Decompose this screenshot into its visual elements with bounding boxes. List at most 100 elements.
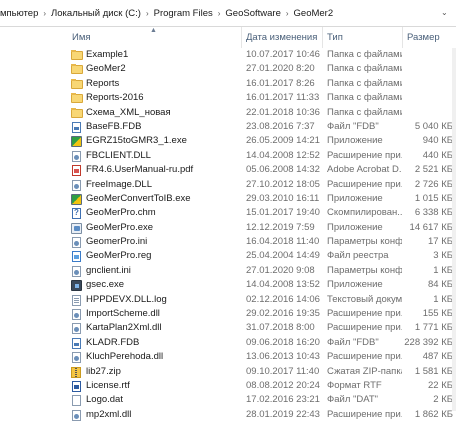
log-file-icon — [72, 294, 81, 306]
breadcrumb-item-local-disk[interactable]: Локальный диск (C:) — [47, 8, 145, 19]
fdb-file-icon — [72, 337, 81, 349]
file-size: 440 КБ — [422, 149, 453, 161]
column-header-size[interactable]: Размер — [407, 32, 440, 43]
dat-file-icon — [72, 395, 81, 407]
file-date: 31.07.2018 8:00 — [246, 322, 315, 334]
file-row[interactable]: gnclient.ini 27.01.2020 9:08 Параметры кон… — [0, 264, 456, 278]
file-icon-cell — [71, 121, 83, 133]
file-type: Файл реестра — [327, 250, 389, 262]
dll-file-icon — [72, 179, 81, 191]
file-date: 29.02.2016 19:35 — [246, 308, 320, 320]
file-size: 1 581 КБ — [414, 365, 453, 377]
file-name: GeoMerPro.chm — [86, 207, 156, 219]
file-row[interactable]: GeoMerPro.exe 12.12.2019 7:59 Приложение 14… — [0, 221, 456, 235]
breadcrumb[interactable]: мпьютер › Локальный диск (C:) › Program … — [0, 6, 337, 21]
file-row[interactable]: Reports 16.01.2017 8:26 Папка с файлами — [0, 77, 456, 91]
breadcrumb-item-geosoftware[interactable]: GeoSoftware — [221, 8, 284, 19]
file-icon-cell — [71, 107, 83, 119]
file-row[interactable]: ImportScheme.dll 29.02.2016 19:35 Расширен… — [0, 307, 456, 321]
column-header-row: ▲ Имя Дата изменения Тип Размер — [0, 27, 456, 48]
address-history-chevron-icon[interactable]: ⌄ — [441, 8, 448, 17]
file-name: mp2xml.dll — [86, 408, 132, 420]
column-divider[interactable] — [322, 27, 323, 48]
file-row[interactable]: KartaPlan2Xml.dll 31.07.2018 8:00 Расширен… — [0, 321, 456, 335]
file-row[interactable]: lib27.zip 09.10.2017 11:40 Сжатая ZIP-папк… — [0, 365, 456, 379]
file-name: GeoMerPro.reg — [86, 250, 152, 262]
file-row[interactable]: Reports-2016 16.01.2017 11:33 Папка с файл… — [0, 91, 456, 105]
breadcrumb-item-program-files[interactable]: Program Files — [150, 8, 217, 19]
file-type: Скомпилирован... — [327, 207, 402, 219]
file-icon-cell — [71, 409, 83, 421]
file-date: 25.04.2004 14:49 — [246, 250, 320, 262]
file-name: FreeImage.DLL — [86, 178, 153, 190]
file-size: 6 338 КБ — [414, 207, 453, 219]
file-date: 16.01.2017 11:33 — [246, 92, 320, 104]
file-icon-cell — [71, 251, 83, 263]
column-header-date[interactable]: Дата изменения — [246, 32, 317, 43]
file-icon-cell — [71, 380, 83, 392]
file-type: Расширение при... — [327, 149, 402, 161]
column-divider[interactable] — [402, 27, 403, 48]
file-icon-cell — [71, 309, 83, 321]
file-row[interactable]: EGRZ15toGMR3_1.exe 26.05.2009 14:21 Прилож… — [0, 134, 456, 148]
file-row[interactable]: gsec.exe 14.04.2008 13:52 Приложение 84 КБ — [0, 278, 456, 292]
file-icon-cell — [71, 352, 83, 364]
file-row[interactable]: Example1 10.07.2017 10:46 Папка с файлами — [0, 48, 456, 62]
file-date: 02.12.2016 14:06 — [246, 293, 320, 305]
file-row[interactable]: FreeImage.DLL 27.10.2012 18:05 Расширение … — [0, 178, 456, 192]
file-row[interactable]: Logo.dat 17.02.2016 23:21 Файл "DAT" 2 КБ — [0, 393, 456, 407]
file-row[interactable]: HPPDEVX.DLL.log 02.12.2016 14:06 Текстовый… — [0, 293, 456, 307]
column-header-name[interactable]: Имя — [72, 32, 91, 43]
file-icon-cell — [71, 208, 83, 220]
file-type: Приложение — [327, 135, 383, 147]
file-type: Расширение при... — [327, 408, 402, 420]
file-row[interactable]: License.rtf 08.08.2012 20:24 Формат RTF 22 … — [0, 379, 456, 393]
file-row[interactable]: GeoMerPro.chm 15.01.2017 19:40 Скомпилиров… — [0, 206, 456, 220]
breadcrumb-item-computer[interactable]: мпьютер — [0, 8, 42, 19]
file-icon-cell — [71, 222, 83, 234]
file-size: 14 617 КБ — [409, 221, 453, 233]
ini-file-icon — [72, 265, 81, 277]
breadcrumb-item-geomer2[interactable]: GeoMer2 — [290, 8, 338, 19]
file-icon-cell — [71, 179, 83, 191]
file-type: Сжатая ZIP-папка — [327, 365, 402, 377]
file-list: Example1 10.07.2017 10:46 Папка с файлами G… — [0, 48, 456, 422]
app-exe-icon — [71, 222, 82, 234]
file-name: Reports — [86, 77, 120, 89]
file-icon-cell — [71, 237, 83, 249]
dll-file-icon — [72, 409, 81, 421]
file-icon-cell — [71, 395, 83, 407]
file-size: 1 771 КБ — [414, 322, 453, 334]
file-row[interactable]: FR4.6.UserManual-ru.pdf 05.06.2008 14:32 A… — [0, 163, 456, 177]
file-row[interactable]: GeoMerPro.reg 25.04.2004 14:49 Файл реестр… — [0, 249, 456, 263]
file-row[interactable]: GeomerPro.ini 16.04.2018 11:40 Параметры к… — [0, 235, 456, 249]
file-row[interactable]: BaseFB.FDB 23.08.2016 7:37 Файл "FDB" 5 040… — [0, 120, 456, 134]
dark-exe-icon — [71, 280, 82, 292]
file-row[interactable]: KluchPerehoda.dll 13.06.2013 10:43 Расшире… — [0, 350, 456, 364]
zip-icon — [71, 366, 81, 378]
dll-file-icon — [72, 323, 81, 335]
file-name: GeoMer2 — [86, 63, 126, 75]
folder-icon — [71, 64, 83, 75]
scrollbar[interactable] — [452, 48, 456, 411]
address-bar[interactable]: мпьютер › Локальный диск (C:) › Program … — [0, 0, 456, 27]
file-row[interactable]: mp2xml.dll 28.01.2019 22:43 Расширение при… — [0, 408, 456, 422]
exe-icon — [71, 136, 82, 148]
file-type: Параметры конф... — [327, 236, 402, 248]
file-icon-cell — [71, 93, 83, 104]
file-size: 22 КБ — [428, 379, 453, 391]
file-row[interactable]: GeoMer2 27.01.2020 8:20 Папка с файлами — [0, 62, 456, 76]
file-type: Расширение при... — [327, 308, 402, 320]
column-divider[interactable] — [241, 27, 242, 48]
file-size: 2 521 КБ — [414, 164, 453, 176]
file-row[interactable]: FBCLIENT.DLL 14.04.2008 12:52 Расширение п… — [0, 149, 456, 163]
file-row[interactable]: GeoMerConvertToIB.exe 29.03.2010 16:11 При… — [0, 192, 456, 206]
file-icon-cell — [71, 193, 83, 205]
file-date: 12.12.2019 7:59 — [246, 221, 315, 233]
file-icon-cell — [71, 265, 83, 277]
file-name: Logo.dat — [86, 394, 123, 406]
file-row[interactable]: KLADR.FDB 09.06.2018 16:20 Файл "FDB" 228 3… — [0, 336, 456, 350]
file-type: Формат RTF — [327, 379, 382, 391]
file-row[interactable]: Схема_XML_новая 22.01.2018 10:36 Папка с ф… — [0, 106, 456, 120]
column-header-type[interactable]: Тип — [327, 32, 343, 43]
